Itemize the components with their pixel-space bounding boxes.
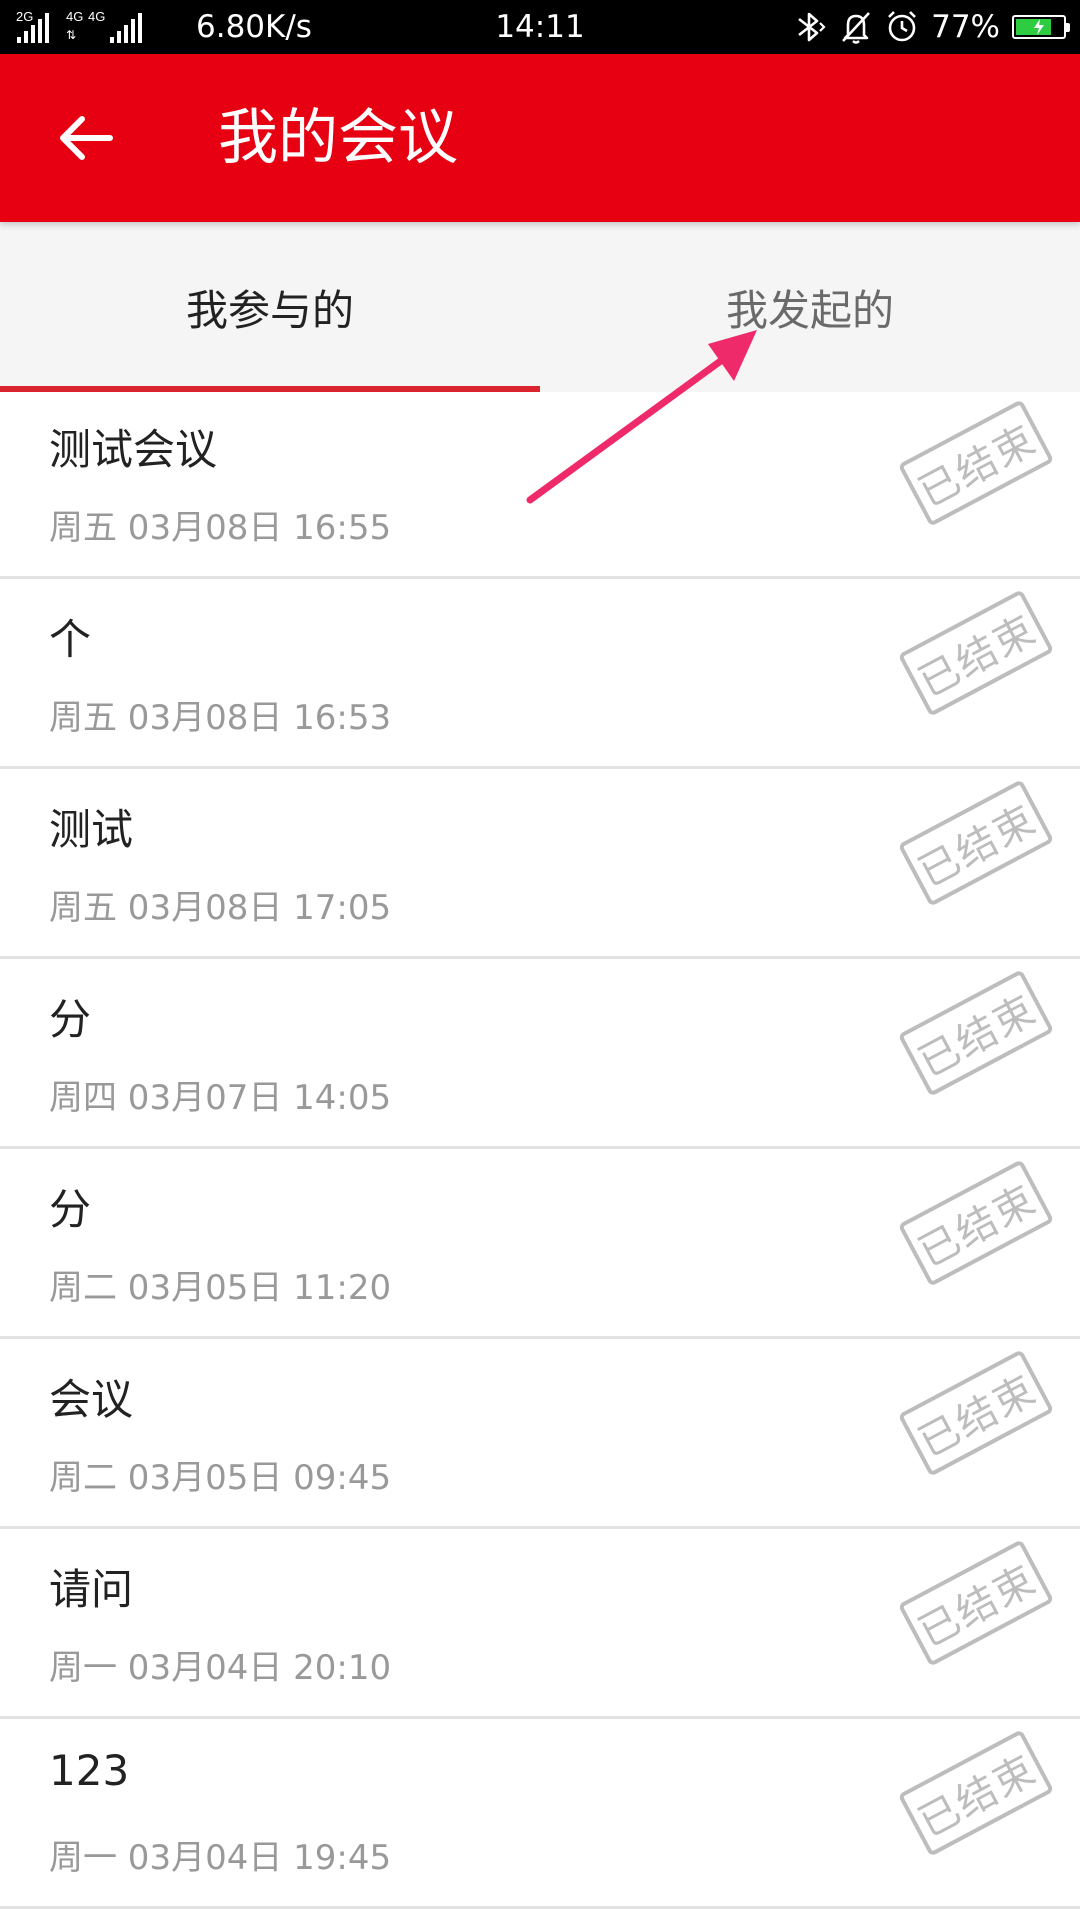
meeting-time: 周二 03月05日 11:20 xyxy=(49,1268,392,1308)
meeting-time: 周四 03月07日 14:05 xyxy=(49,1078,392,1118)
status-bar: 2G 4G 4G ⇅ 6.80K/s 14:11 77% xyxy=(0,0,1080,54)
list-item[interactable]: 测试会议 周五 03月08日 16:55 已结束 xyxy=(0,392,1080,579)
list-item[interactable]: 测试 周五 03月08日 17:05 已结束 xyxy=(0,772,1080,959)
meeting-time: 周一 03月04日 20:10 xyxy=(49,1648,392,1688)
tab-participated-label: 我参与的 xyxy=(185,285,354,335)
mute-bell-icon xyxy=(842,12,871,44)
charging-bolt-icon xyxy=(1014,17,1064,37)
tab-participated[interactable]: 我参与的 xyxy=(0,222,540,392)
battery-percent: 77% xyxy=(931,9,1000,45)
meeting-title: 会议 xyxy=(49,1375,134,1424)
ended-stamp: 已结束 xyxy=(897,399,1055,527)
arrow-left-icon xyxy=(60,116,113,160)
ended-stamp: 已结束 xyxy=(897,589,1055,717)
ended-stamp: 已结束 xyxy=(897,779,1055,907)
meeting-title: 123 xyxy=(49,1746,130,1795)
ended-stamp: 已结束 xyxy=(897,969,1055,1097)
meeting-title: 请问 xyxy=(49,1565,134,1614)
ended-stamp: 已结束 xyxy=(897,1159,1055,1287)
back-button[interactable] xyxy=(52,104,120,172)
ended-stamp: 已结束 xyxy=(897,1729,1055,1857)
screen: 2G 4G 4G ⇅ 6.80K/s 14:11 77% 我的会议 我参与的 我… xyxy=(0,0,1080,1920)
ended-stamp: 已结束 xyxy=(897,1539,1055,1667)
meeting-title: 分 xyxy=(49,995,92,1044)
app-bar: 我的会议 xyxy=(0,54,1080,222)
page-title: 我的会议 xyxy=(218,103,458,173)
meeting-title: 个 xyxy=(49,615,92,664)
ended-stamp: 已结束 xyxy=(897,1349,1055,1477)
list-item[interactable]: 分 周二 03月05日 11:20 已结束 xyxy=(0,1152,1080,1339)
meeting-time: 周二 03月05日 09:45 xyxy=(49,1458,392,1498)
tab-initiated[interactable]: 我发起的 xyxy=(540,222,1080,392)
meeting-time: 周一 03月04日 19:45 xyxy=(49,1838,392,1878)
meeting-time: 周五 03月08日 16:55 xyxy=(49,508,392,548)
meeting-time: 周五 03月08日 16:53 xyxy=(49,698,392,738)
list-item[interactable]: 123 周一 03月04日 19:45 已结束 xyxy=(0,1722,1080,1909)
alarm-icon xyxy=(888,11,917,42)
list-item[interactable]: 请问 周一 03月04日 20:10 已结束 xyxy=(0,1532,1080,1719)
battery-charging-icon xyxy=(1012,15,1070,39)
list-item[interactable]: 会议 周二 03月05日 09:45 已结束 xyxy=(0,1342,1080,1529)
meeting-list: 测试会议 周五 03月08日 16:55 已结束 个 周五 03月08日 16:… xyxy=(0,392,1080,1909)
tab-initiated-label: 我发起的 xyxy=(725,285,894,335)
list-item[interactable]: 个 周五 03月08日 16:53 已结束 xyxy=(0,582,1080,769)
meeting-title: 分 xyxy=(49,1185,92,1234)
meeting-time: 周五 03月08日 17:05 xyxy=(49,888,392,928)
status-right: 77% xyxy=(791,0,1070,54)
bluetooth-icon xyxy=(798,12,826,42)
meeting-title: 测试会议 xyxy=(49,425,218,474)
tab-bar: 我参与的 我发起的 xyxy=(0,222,1080,392)
list-item[interactable]: 分 周四 03月07日 14:05 已结束 xyxy=(0,962,1080,1149)
meeting-title: 测试 xyxy=(49,805,134,854)
